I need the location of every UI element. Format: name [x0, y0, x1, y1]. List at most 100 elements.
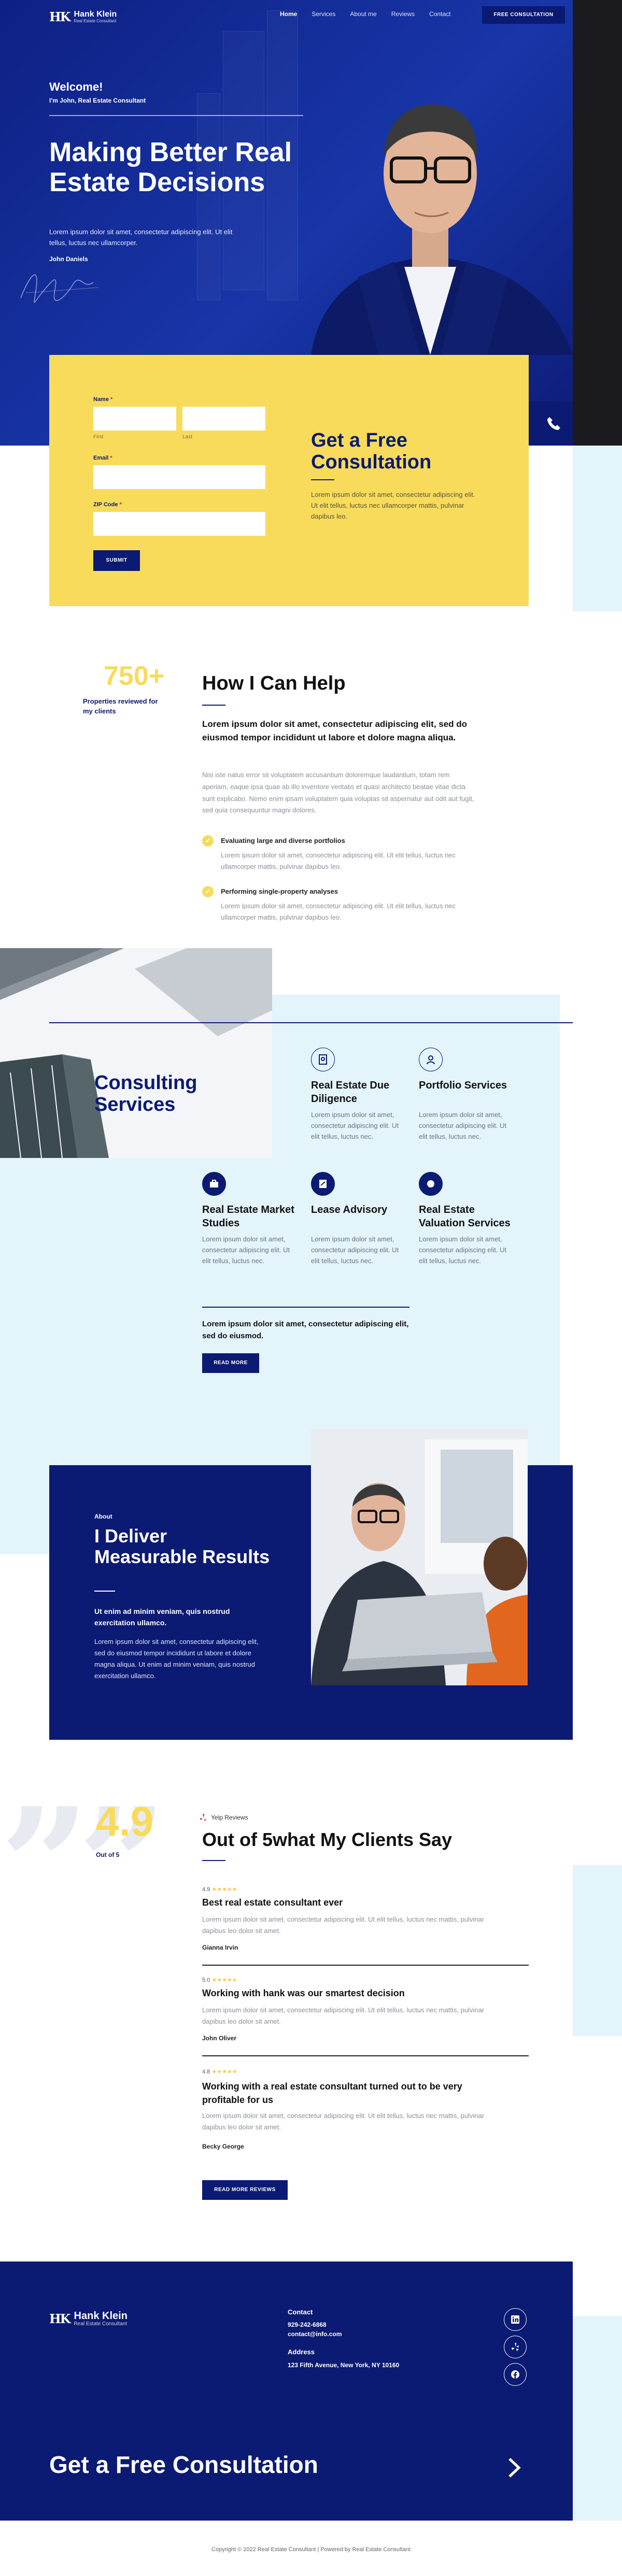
review-title: Working with a real estate consultant tu…: [202, 2081, 462, 2106]
review-author: John Oliver: [202, 2035, 237, 2042]
contact-email[interactable]: contact@info.com: [288, 2330, 342, 2338]
reviews-title: Out of 5what My Clients Say: [202, 1829, 453, 1850]
nav-item-contact[interactable]: Contact: [429, 10, 450, 18]
copyright-text: Copyright © 2022 Real Estate Consultant …: [211, 2546, 411, 2553]
rating-value: 4.9: [96, 1798, 154, 1844]
footer-logo[interactable]: HK Hank Klein Real Estate Consultant: [49, 2311, 128, 2327]
zip-field[interactable]: [93, 512, 265, 536]
briefcase-icon: [210, 1180, 218, 1187]
decorative-light-panel: [573, 446, 622, 611]
hero-text: Lorem ipsum dolor sit amet, consectetur …: [49, 228, 233, 247]
address-text: 123 Fifth Avenue, New York, NY 10160: [288, 2362, 400, 2369]
nav-item-home[interactable]: Home: [280, 10, 297, 18]
header-cta-button[interactable]: FREE CONSULTATION: [482, 6, 565, 24]
service-text: Lorem ipsum dolor sit amet, consectetur …: [202, 1235, 290, 1265]
stat-label: Properties reviewed for my clients: [83, 697, 158, 715]
linkedin-button[interactable]: [504, 2308, 527, 2331]
service-icon: [419, 1048, 443, 1071]
signature-image: [20, 274, 99, 303]
consulting-cta-divider: [202, 1307, 409, 1308]
help-body: Nisi iste natus error sit voluptatem acc…: [202, 771, 474, 814]
hero-subtitle: I'm John, Real Estate Consultant: [49, 97, 146, 104]
help-lead: Lorem ipsum dolor sit amet, consectetur …: [202, 719, 468, 743]
brand-mark: HK: [49, 9, 71, 24]
circle-icon: [427, 1180, 434, 1187]
review-author: Becky George: [202, 2143, 244, 2150]
help-title: How I Can Help: [202, 672, 346, 694]
brand-mark: HK: [49, 2311, 71, 2326]
hero-divider: [49, 115, 303, 116]
brand-logo[interactable]: HK Hank Klein Real Estate Consultant: [49, 9, 117, 24]
yelp-icon: [200, 1814, 206, 1821]
review-title: Best real estate consultant ever: [202, 1897, 343, 1908]
contact-phone[interactable]: 929-242-6868: [288, 2321, 327, 2328]
facebook-icon: [511, 2370, 519, 2379]
about-divider: [94, 1591, 115, 1592]
yelp-source: Yelp Reviews: [200, 1813, 248, 1822]
review-divider: [202, 1965, 529, 1966]
linkedin-icon: [511, 2315, 519, 2324]
service-title: Real Estate Valuation Services: [419, 1204, 511, 1229]
yelp-button[interactable]: [504, 2336, 527, 2358]
nav-item-reviews[interactable]: Reviews: [391, 10, 415, 18]
about-text: Lorem ipsum dolor sit amet, consectetur …: [94, 1638, 259, 1680]
help-item-text: Lorem ipsum dolor sit amet, consectetur …: [221, 851, 456, 871]
consulting-divider: [49, 1022, 573, 1023]
reviews-divider: [202, 1860, 225, 1861]
star-rating: ★★★★★: [211, 2069, 237, 2075]
check-icon: ✓: [202, 886, 214, 897]
last-name-input[interactable]: [182, 407, 265, 431]
brand-tagline: Real Estate Consultant: [74, 2321, 127, 2327]
name-label: Name *: [93, 396, 113, 403]
hero-welcome: Welcome!: [49, 80, 103, 93]
phone-button[interactable]: [529, 402, 573, 446]
address-label: Address: [288, 2348, 315, 2356]
contact-label: Contact: [288, 2308, 313, 2316]
first-name-input[interactable]: [93, 407, 176, 431]
review-text: Lorem ipsum dolor sit amet, consectetur …: [202, 2006, 485, 2026]
service-title: Real Estate Market Studies: [202, 1204, 294, 1229]
service-icon: [311, 1048, 335, 1071]
service-title: Lease Advisory: [311, 1204, 388, 1215]
review-score: 4.9 ★★★★★: [202, 1886, 237, 1893]
about-title: I Deliver Measurable Results: [94, 1525, 270, 1567]
service-icon: [419, 1172, 443, 1196]
consultant-portrait: [311, 104, 573, 355]
first-hint: First: [93, 434, 104, 440]
yelp-icon: [512, 2343, 519, 2351]
service-title: Portfolio Services: [419, 1080, 507, 1091]
hero-dark-strip: [573, 0, 622, 446]
review-score: 5.0 ★★★★★: [202, 1977, 237, 1983]
nav-item-about[interactable]: About me: [350, 10, 376, 18]
phone-icon: [547, 417, 560, 430]
arrow-right-icon[interactable]: [505, 2456, 524, 2480]
last-hint: Last: [182, 434, 192, 440]
review-score: 4.8 ★★★★★: [202, 2069, 237, 2075]
submit-button[interactable]: SUBMIT: [93, 550, 140, 571]
signature-icon: [319, 1180, 327, 1188]
star-rating: ★★★★★: [211, 1886, 237, 1893]
read-more-reviews-button[interactable]: READ MORE REVIEWS: [202, 2180, 288, 2200]
facebook-button[interactable]: [504, 2363, 527, 2386]
email-field[interactable]: [93, 465, 265, 489]
help-item-title: Performing single-property analyses: [221, 888, 338, 895]
quote-decoration: ”: [0, 1773, 90, 1956]
stat-value: 750+: [104, 661, 165, 691]
rating-label: Out of 5: [96, 1851, 120, 1858]
review-title: Working with hank was our smartest decis…: [202, 1988, 405, 1998]
review-author: Gianna Irvin: [202, 1944, 238, 1951]
people-icon: [427, 1055, 435, 1065]
help-item-title: Evaluating large and diverse portfolios: [221, 837, 345, 845]
main-nav: Home Services About me Reviews Contact: [280, 10, 450, 18]
service-text: Lorem ipsum dolor sit amet, consectetur …: [311, 1235, 399, 1265]
review-text: Lorem ipsum dolor sit amet, consectetur …: [202, 1915, 485, 1935]
service-text: Lorem ipsum dolor sit amet, consectetur …: [419, 1235, 507, 1265]
help-divider: [202, 705, 225, 706]
brand-name: Hank Klein: [74, 10, 117, 19]
read-more-button[interactable]: READ MORE: [202, 1353, 259, 1373]
service-icon: [311, 1172, 335, 1196]
buildings-photo: [0, 948, 272, 1158]
nav-item-services[interactable]: Services: [312, 10, 335, 18]
about-kicker: About: [94, 1513, 112, 1520]
review-text: Lorem ipsum dolor sit amet, consectetur …: [202, 2112, 485, 2131]
